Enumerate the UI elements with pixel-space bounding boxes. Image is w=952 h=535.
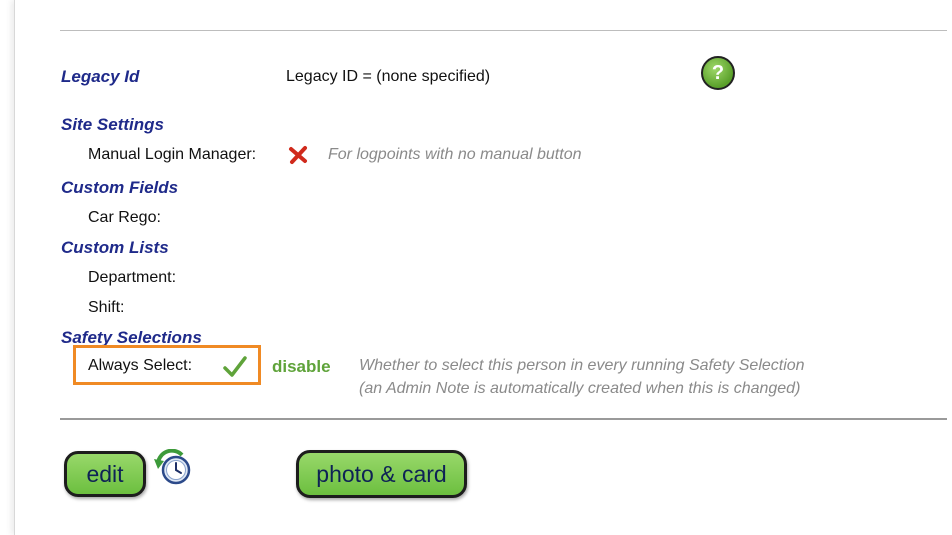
custom-fields-heading: Custom Fields bbox=[61, 178, 179, 197]
photo-and-card-button[interactable]: photo & card bbox=[296, 450, 467, 498]
help-button[interactable]: ? bbox=[701, 56, 735, 90]
photo-and-card-label: photo & card bbox=[316, 460, 447, 487]
department-label: Department: bbox=[88, 269, 177, 286]
site-settings-heading: Site Settings bbox=[61, 115, 164, 134]
red-x-icon bbox=[289, 146, 307, 164]
question-mark-icon: ? bbox=[711, 61, 725, 84]
safety-hint-line-1: Whether to select this person in every r… bbox=[359, 357, 805, 374]
top-divider bbox=[60, 30, 947, 31]
always-select-label: Always Select: bbox=[88, 357, 193, 374]
edit-button-label: edit bbox=[86, 460, 124, 487]
history-clock-icon[interactable] bbox=[152, 449, 194, 487]
manual-login-manager-label: Manual Login Manager: bbox=[88, 146, 257, 163]
manual-login-hint: For logpoints with no manual button bbox=[328, 146, 582, 163]
green-check-icon bbox=[223, 356, 247, 377]
safety-hint-line-2: (an Admin Note is automatically created … bbox=[359, 380, 801, 397]
car-rego-label: Car Rego: bbox=[88, 209, 161, 226]
edit-button[interactable]: edit bbox=[64, 451, 146, 497]
legacy-id-value: Legacy ID = (none specified) bbox=[286, 68, 491, 85]
shift-label: Shift: bbox=[88, 299, 125, 316]
custom-lists-heading: Custom Lists bbox=[61, 238, 169, 257]
disable-link[interactable]: disable bbox=[272, 357, 331, 377]
legacy-id-heading: Legacy Id bbox=[61, 67, 140, 86]
bottom-divider bbox=[60, 418, 947, 420]
